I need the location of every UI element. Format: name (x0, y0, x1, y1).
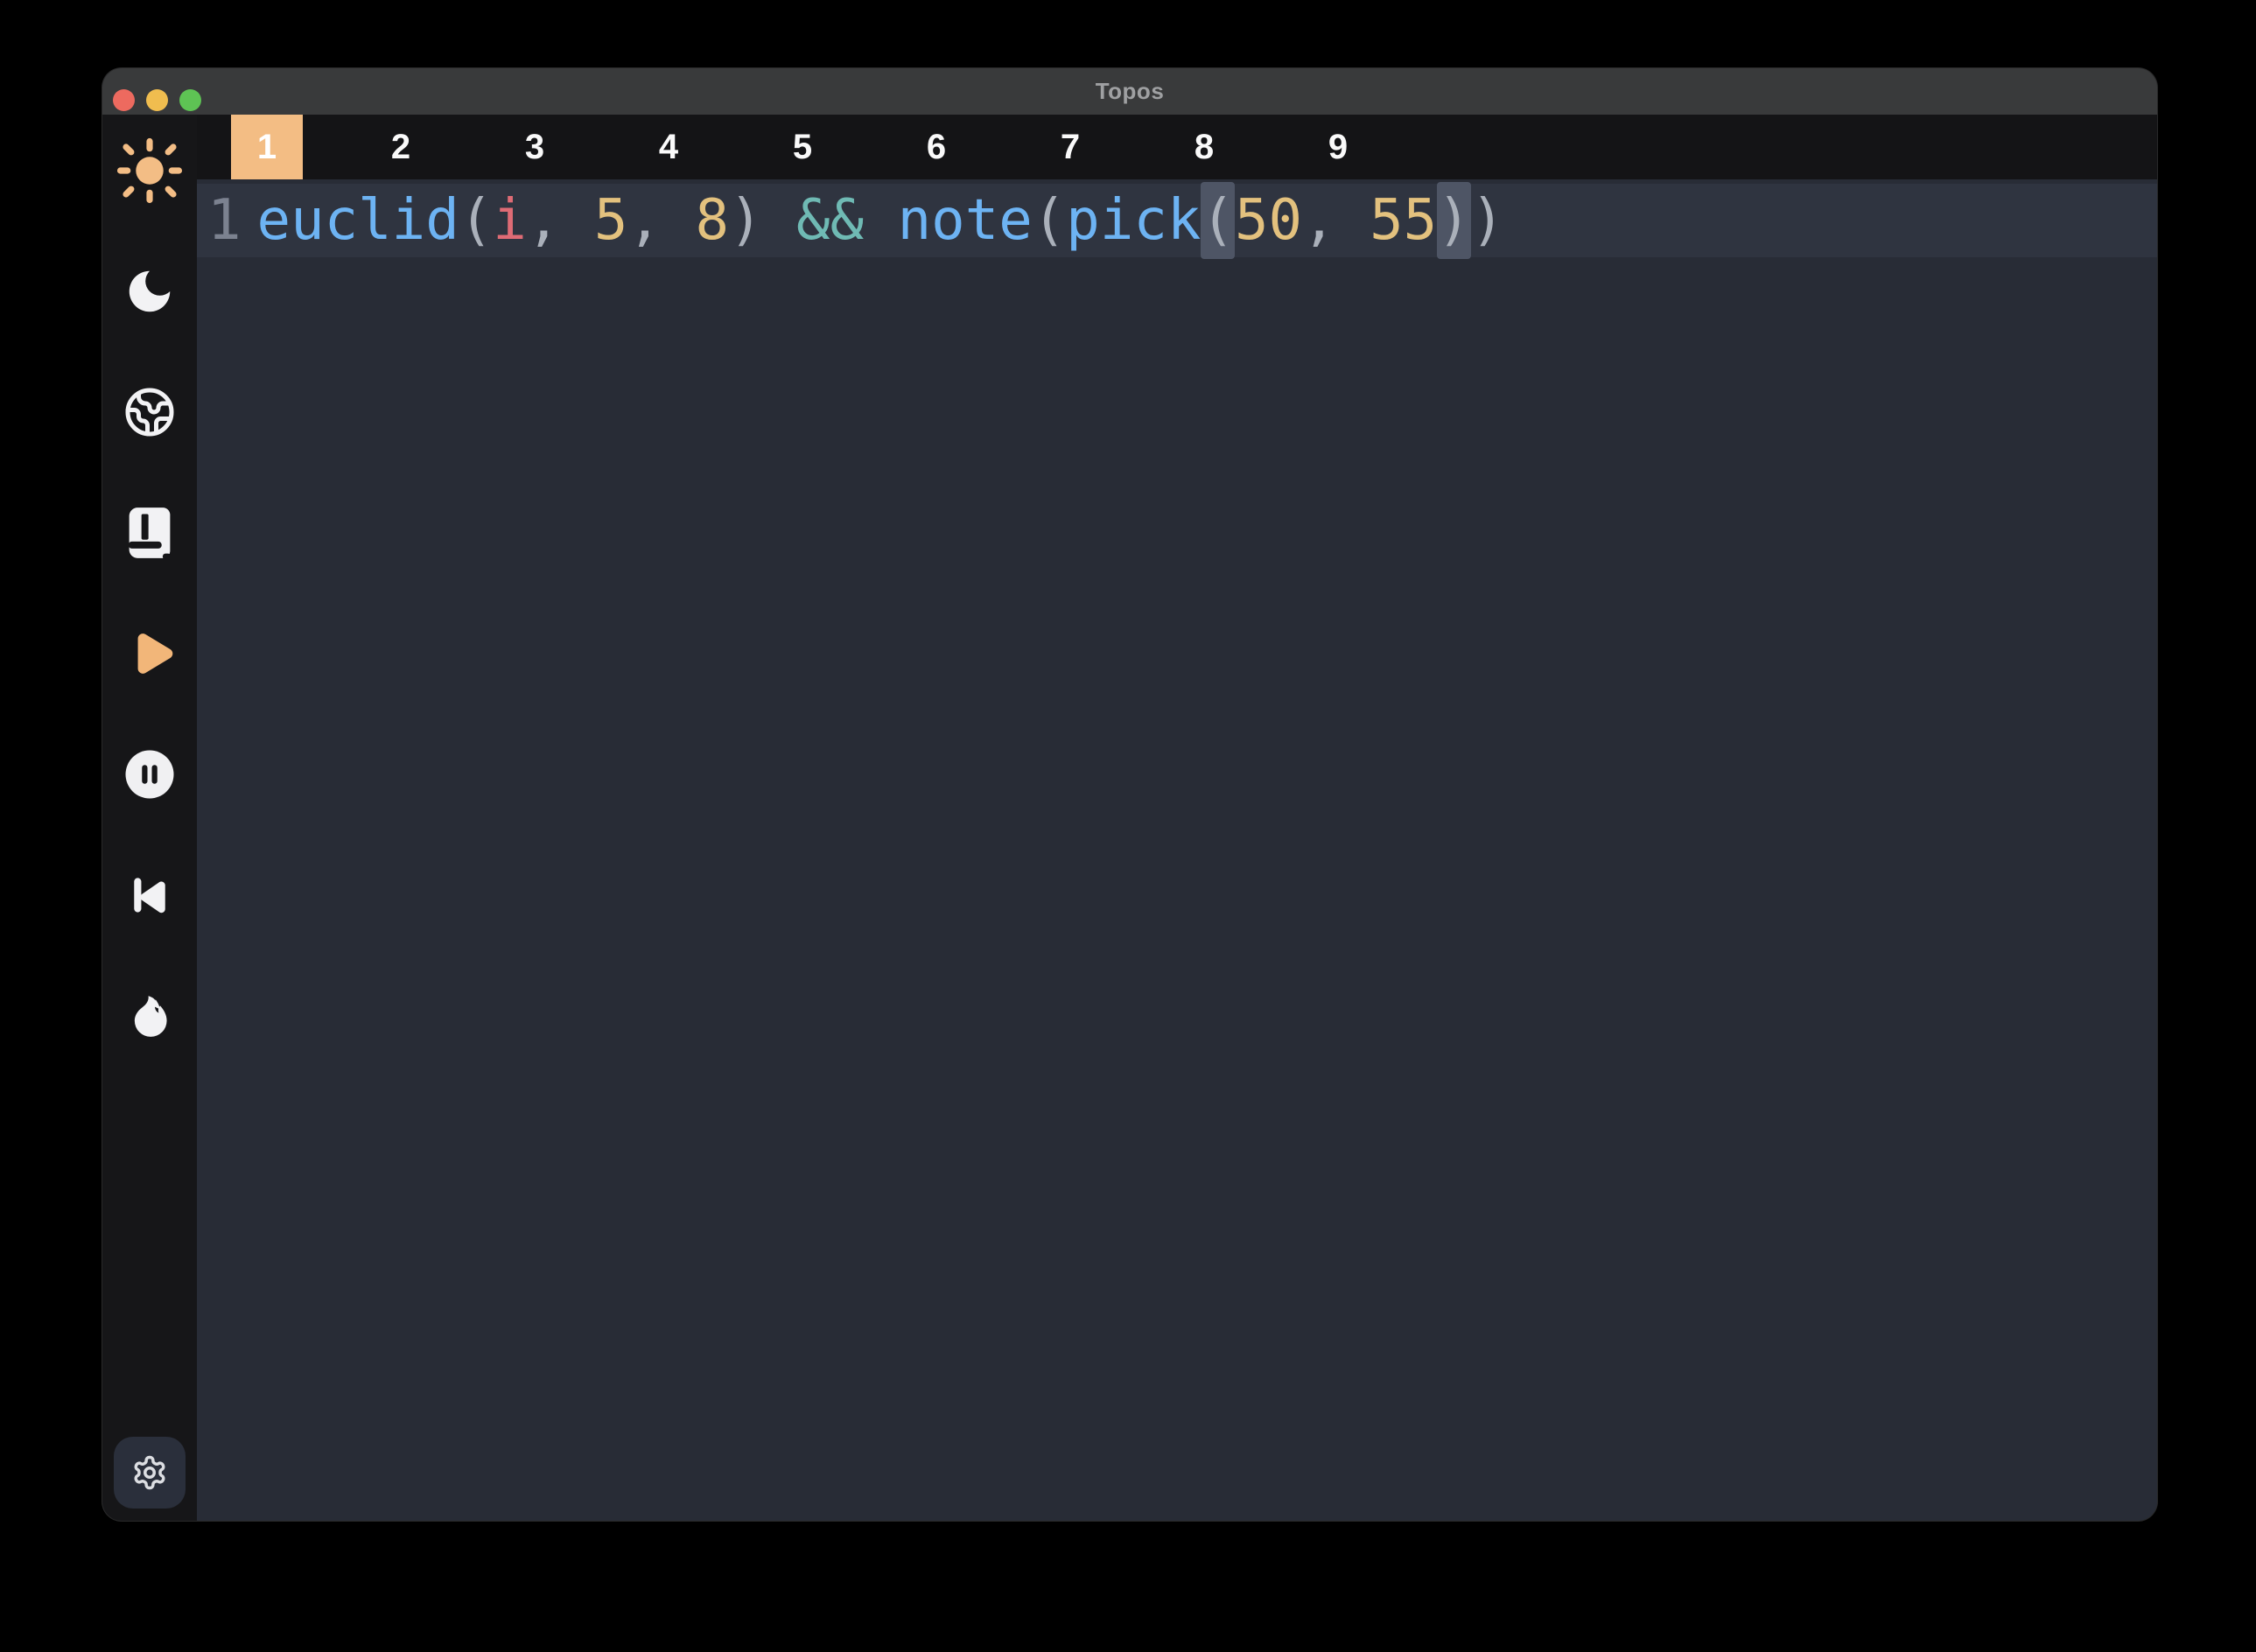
main-panel: 123456789 1 euclid(i, 5, 8) && note(pick… (197, 115, 2157, 1521)
code-editor[interactable]: 1 euclid(i, 5, 8) && note(pick(50, 55)) (197, 179, 2157, 1521)
pause-button[interactable] (108, 732, 192, 816)
tab-7[interactable]: 7 (1034, 115, 1106, 179)
close-button[interactable] (113, 89, 135, 111)
titlebar[interactable]: Topos (102, 68, 2157, 115)
pause-icon (123, 748, 176, 801)
code-token: 5 (594, 188, 628, 253)
skip-back-icon (125, 871, 174, 920)
flame-icon (124, 990, 175, 1041)
flame-button[interactable] (108, 974, 192, 1058)
minimize-button[interactable] (146, 89, 168, 111)
code-token: 8 (695, 188, 729, 253)
code-line: euclid(i, 5, 8) && note(pick(50, 55)) (257, 184, 1505, 257)
window-title: Topos (1096, 78, 1165, 105)
traffic-lights (113, 89, 201, 111)
code-token: i (493, 188, 527, 253)
moon-button[interactable] (108, 249, 192, 333)
play-icon (123, 626, 177, 681)
desktop-background: Topos (0, 0, 2256, 1652)
book-icon (121, 504, 179, 562)
code-token (864, 188, 898, 253)
tab-bar: 123456789 (197, 115, 2157, 179)
code-token: 55 (1370, 188, 1437, 253)
code-token: ) (1471, 188, 1505, 253)
code-token: pick (1066, 188, 1201, 253)
code-token: euclid (257, 188, 459, 253)
moon-icon (123, 264, 177, 318)
code-token: ( (1033, 188, 1067, 253)
app-window: Topos (102, 68, 2157, 1521)
matched-bracket: ) (1437, 182, 1471, 259)
line-number: 1 (207, 184, 242, 257)
earth-icon (123, 386, 176, 438)
code-token: , (627, 188, 695, 253)
settings-button[interactable] (114, 1437, 186, 1508)
tab-9[interactable]: 9 (1302, 115, 1374, 179)
tab-1[interactable]: 1 (231, 115, 303, 179)
code-token: && (796, 188, 864, 253)
tab-4[interactable]: 4 (633, 115, 704, 179)
window-body: 123456789 1 euclid(i, 5, 8) && note(pick… (102, 115, 2157, 1521)
book-button[interactable] (108, 491, 192, 575)
play-button[interactable] (108, 612, 192, 696)
code-token: 50 (1235, 188, 1302, 253)
zoom-button[interactable] (179, 89, 201, 111)
sun-button[interactable] (108, 129, 192, 213)
code-token: ) (729, 188, 796, 253)
code-token: , (527, 188, 594, 253)
gear-icon (131, 1454, 168, 1491)
tab-5[interactable]: 5 (767, 115, 838, 179)
tab-8[interactable]: 8 (1168, 115, 1240, 179)
sidebar (102, 115, 197, 1521)
matched-bracket: ( (1201, 182, 1235, 259)
earth-button[interactable] (108, 370, 192, 454)
tab-2[interactable]: 2 (365, 115, 437, 179)
skip-back-button[interactable] (108, 853, 192, 937)
sun-icon (114, 135, 186, 206)
tab-6[interactable]: 6 (900, 115, 972, 179)
tab-3[interactable]: 3 (499, 115, 571, 179)
active-line: 1 euclid(i, 5, 8) && note(pick(50, 55)) (197, 184, 2157, 257)
code-token: note (898, 188, 1033, 253)
code-token: ( (459, 188, 494, 253)
code-token: , (1302, 188, 1370, 253)
